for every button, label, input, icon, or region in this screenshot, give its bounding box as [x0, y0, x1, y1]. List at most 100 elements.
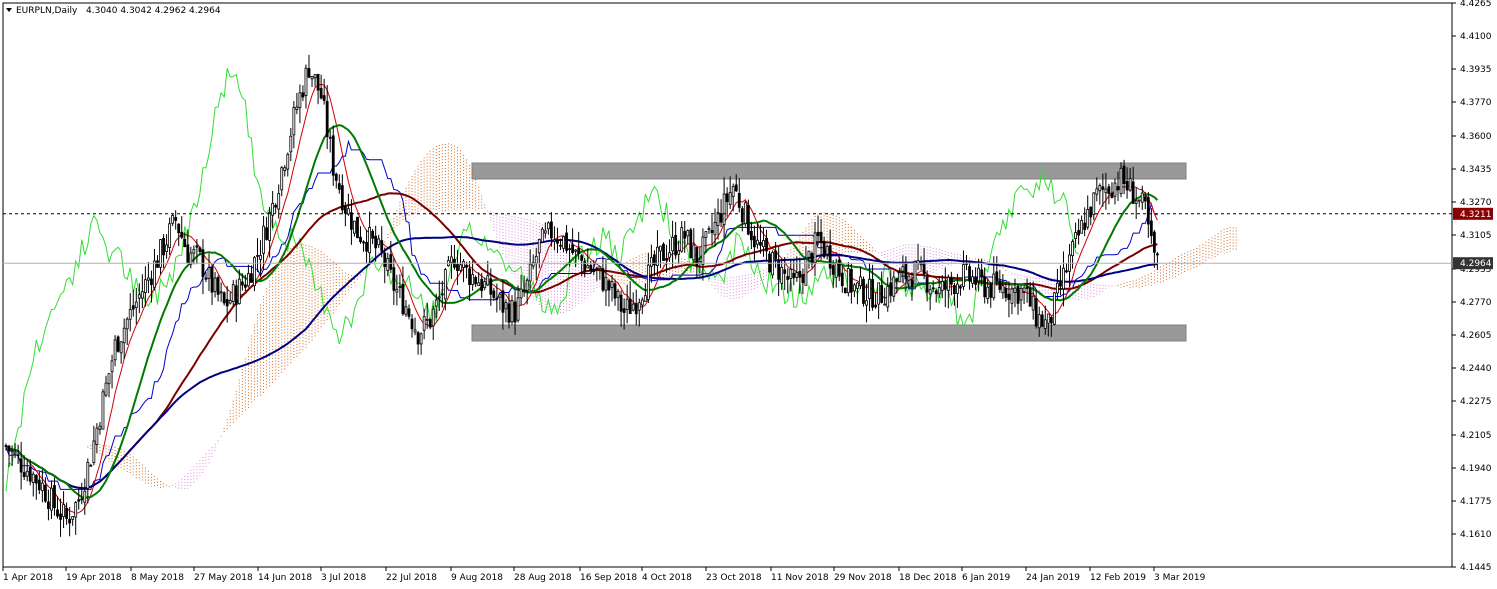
candle-body	[68, 518, 72, 524]
candle-body	[350, 212, 353, 230]
candle-body	[74, 502, 78, 518]
candle-body	[1037, 314, 1041, 329]
lower-range-zone	[471, 324, 1187, 342]
candle-body	[495, 297, 499, 300]
candle-body	[974, 277, 977, 285]
candle-body	[210, 266, 214, 293]
candle-body	[304, 67, 308, 96]
candle-body	[798, 271, 802, 278]
candle-body	[537, 239, 541, 254]
x-tick-label: 11 Nov 2018	[771, 573, 829, 583]
candle-body	[643, 295, 647, 302]
candle-body	[43, 484, 47, 502]
candle-body	[1140, 192, 1144, 203]
candle-body	[956, 283, 959, 294]
candle-body	[659, 245, 662, 252]
candle-body	[737, 192, 741, 208]
candle-body	[489, 278, 493, 295]
candle-body	[404, 306, 408, 315]
candle-body	[434, 299, 438, 307]
candle-body	[649, 257, 653, 267]
candle-body	[501, 290, 505, 313]
candle-body	[574, 249, 578, 252]
candle-body	[234, 285, 238, 305]
candle-body	[668, 252, 671, 258]
candle-body	[225, 299, 229, 307]
candle-body	[889, 282, 893, 296]
candle-body	[1104, 188, 1108, 194]
plot-frame	[2, 2, 1453, 568]
candle-body	[859, 276, 862, 287]
x-tick-label: 12 Feb 2019	[1090, 573, 1146, 583]
candle-body	[931, 287, 935, 290]
candle-body	[125, 318, 129, 330]
candle-body	[507, 303, 511, 323]
candle-body	[849, 268, 853, 293]
candle-body	[1043, 319, 1047, 329]
candle-body	[246, 273, 250, 287]
candle-body	[801, 274, 805, 284]
candle-body	[1146, 197, 1150, 225]
candle-body	[559, 244, 562, 247]
y-tick-label: 4.2605	[1460, 331, 1492, 341]
x-tick-label: 14 Jun 2018	[258, 573, 312, 583]
candle-body	[880, 285, 884, 303]
candle-body	[89, 464, 93, 467]
candle-body	[34, 474, 38, 484]
candle-body	[450, 256, 453, 263]
candle-body	[262, 225, 265, 254]
candle-body	[119, 341, 123, 354]
candle-body	[1119, 167, 1123, 194]
candle-body	[780, 266, 784, 284]
candle-body	[528, 263, 532, 282]
candle-body	[407, 308, 411, 317]
candle-body	[331, 135, 335, 176]
candle-body	[604, 276, 608, 291]
candle-body	[943, 281, 947, 290]
candle-body	[895, 278, 899, 282]
candle-body	[465, 265, 468, 268]
candle-body	[362, 241, 365, 244]
candle-body	[107, 373, 111, 385]
candle-body	[1086, 209, 1090, 228]
candle-body	[1071, 241, 1074, 257]
candle-body	[1092, 192, 1096, 216]
candle-body	[819, 231, 823, 243]
candle-body	[37, 479, 41, 491]
candle-body	[692, 244, 696, 261]
candle-body	[386, 258, 390, 272]
candle-body	[277, 193, 281, 210]
candle-body	[140, 291, 144, 299]
candle-body	[104, 382, 108, 396]
candle-body	[1116, 186, 1120, 191]
x-tick-label: 22 Jul 2018	[386, 573, 437, 583]
candle-body	[471, 274, 475, 285]
candle-body	[422, 316, 426, 331]
candle-body	[840, 272, 844, 287]
candle-body	[398, 286, 402, 289]
candle-body	[853, 284, 856, 292]
candle-body	[550, 221, 553, 239]
candle-body	[1089, 206, 1093, 218]
candle-body	[128, 309, 132, 320]
candle-body	[177, 223, 181, 234]
candle-body	[725, 193, 729, 203]
candle-body	[174, 217, 178, 221]
candle-body	[392, 267, 396, 291]
candle-body	[571, 244, 575, 254]
candle-body	[353, 220, 356, 234]
candle-body	[77, 499, 81, 502]
candle-body	[4, 445, 8, 447]
candle-body	[462, 261, 465, 268]
y-tick-label: 4.4100	[1460, 32, 1492, 42]
candle-body	[59, 513, 62, 520]
candle-body	[689, 229, 693, 259]
candle-body	[898, 272, 902, 283]
candle-body	[722, 193, 726, 226]
candle-body	[265, 227, 268, 240]
candle-body	[1098, 185, 1102, 192]
candle-body	[389, 254, 393, 270]
x-tick-label: 28 Aug 2018	[514, 573, 572, 583]
y-tick-label: 4.1940	[1460, 464, 1492, 474]
candle-body	[419, 333, 423, 345]
